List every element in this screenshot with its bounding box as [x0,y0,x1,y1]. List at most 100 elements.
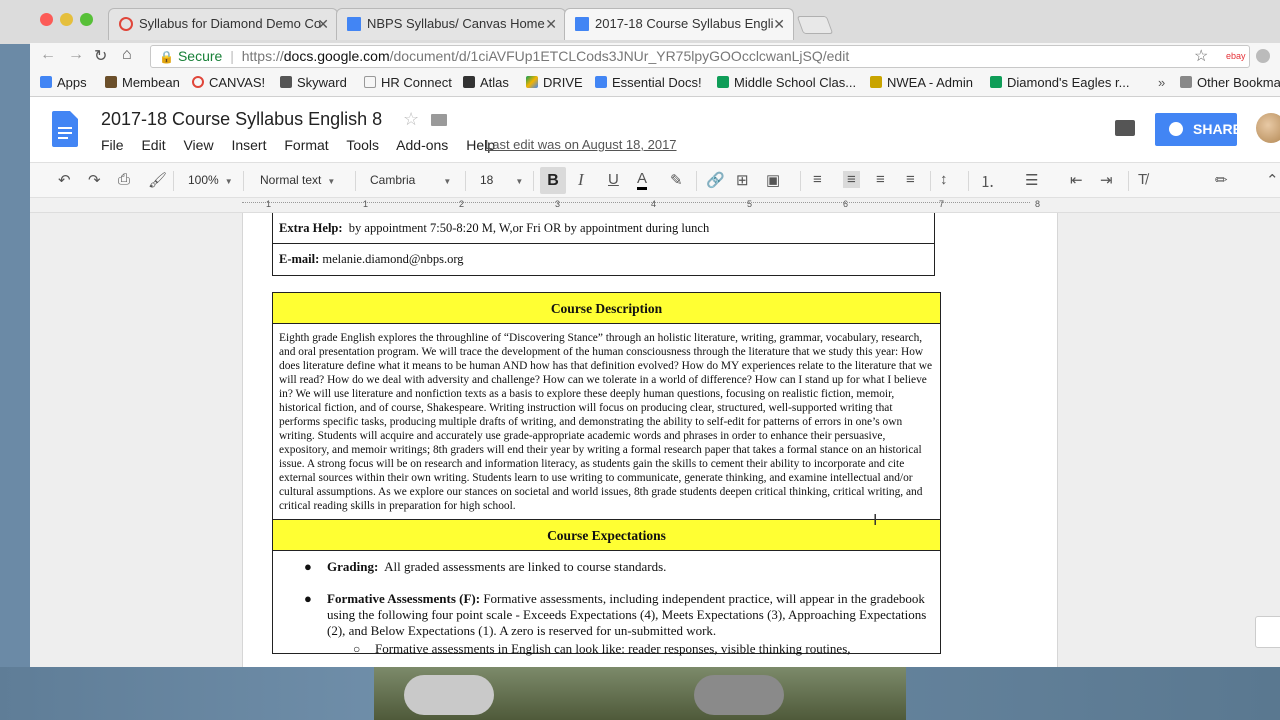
explore-icon[interactable] [1255,616,1280,648]
menu-file[interactable]: File [101,137,124,153]
folder-icon[interactable] [431,114,447,126]
menu-tools[interactable]: Tools [346,137,379,153]
bookmark-other[interactable]: Other Bookmarks [1180,75,1280,90]
insert-image-icon[interactable]: ▣ [766,171,780,189]
close-tab-icon[interactable]: ✕ [317,9,329,39]
ruler[interactable]: 1 1 2 3 4 5 6 7 8 [30,198,1280,213]
numbered-list-icon[interactable]: ⒈ [980,171,995,192]
tab-title: Syllabus for Diamond Demo Co [139,16,322,31]
comments-icon[interactable] [1115,120,1135,136]
url-host: docs.google.com [283,48,390,64]
share-button[interactable]: SHARE [1155,113,1242,146]
editing-mode-icon[interactable]: ✏ [1215,171,1228,189]
docs-tab-icon [575,17,589,31]
star-icon[interactable]: ☆ [403,109,419,130]
course-description-heading: Course Description [273,293,940,324]
bookmark-hr-connect[interactable]: HR Connect [364,75,452,90]
collapse-menu-icon[interactable]: ⌃ [1266,171,1279,189]
docs-tab-icon [347,17,361,31]
browser-tab-nbps-syllabus[interactable]: NBPS Syllabus/ Canvas Home ✕ [336,8,566,40]
bookmark-skyward[interactable]: Skyward [280,75,347,90]
align-justify-icon[interactable]: ≡ [906,171,915,188]
bookmarks-overflow-icon[interactable]: » [1158,75,1165,90]
bookmark-drive[interactable]: DRIVE [526,75,583,90]
browser-tab-course-syllabus[interactable]: 2017-18 Course Syllabus Engli ✕ [564,8,794,40]
course-table: Course Description Eighth grade English … [272,292,941,656]
sheets-icon [717,76,729,88]
bold-button[interactable]: B [540,167,566,194]
undo-icon[interactable]: ↶ [58,171,71,189]
bookmark-nwea[interactable]: NWEA - Admin [870,75,973,90]
bookmark-star-icon[interactable]: ☆ [1194,46,1208,66]
italic-button[interactable]: I [578,170,584,190]
menu-format[interactable]: Format [284,137,328,153]
new-tab-button[interactable] [796,16,834,34]
url-scheme: https:// [241,48,284,64]
bookmark-diamonds-eagles[interactable]: Diamond's Eagles r... [990,75,1129,90]
bookmark-apps[interactable]: Apps [40,75,87,90]
underline-button[interactable]: U [608,171,619,188]
minimize-window-button[interactable] [60,13,73,26]
menu-insert[interactable]: Insert [231,137,266,153]
document-page[interactable]: Extra Help: by appointment 7:50-8:20 M, … [242,213,1058,667]
avatar[interactable] [1256,113,1280,143]
back-icon[interactable]: ← [40,46,56,64]
clear-formatting-icon[interactable]: T̸ [1138,171,1147,188]
close-window-button[interactable] [40,13,53,26]
link-icon[interactable]: 🔗 [706,171,725,189]
style-select[interactable]: Normal text ▼ [260,173,335,187]
reload-icon[interactable]: ↻ [94,46,107,66]
ruler-number: 8 [1035,199,1041,209]
paint-format-icon[interactable]: 🖌 [148,171,167,189]
ebay-extension-icon[interactable]: ebay [1226,51,1246,61]
list-item: ● Formative Assessments (F): Formative as… [304,591,927,638]
text-cursor-icon: I [873,512,878,529]
docs-logo-icon[interactable] [52,111,78,147]
insert-comment-icon[interactable]: ⊞ [736,171,749,189]
bookmark-canvas[interactable]: CANVAS! [192,75,265,90]
increase-indent-icon[interactable]: ⇥ [1100,171,1113,189]
align-right-icon[interactable]: ≡ [876,171,885,188]
close-tab-icon[interactable]: ✕ [545,9,557,39]
url-field[interactable]: 🔒 Secure | https://docs.google.com/docume… [150,45,1250,68]
bulleted-list-icon[interactable]: ☰ [1025,171,1038,189]
document-canvas[interactable]: Extra Help: by appointment 7:50-8:20 M, … [30,213,1280,667]
ruler-number: 6 [843,199,849,209]
bookmark-membean[interactable]: Membean [105,75,180,90]
line-spacing-icon[interactable]: ↕ [940,171,948,188]
bookmark-essential-docs[interactable]: Essential Docs! [595,75,702,90]
home-icon[interactable]: ⌂ [122,46,132,64]
browser-tab-syllabus-demo[interactable]: Syllabus for Diamond Demo Co ✕ [108,8,338,40]
folder-icon [1180,76,1192,88]
lock-icon: 🔒 [159,50,174,64]
redo-icon[interactable]: ↷ [88,171,101,189]
course-description-body: Eighth grade English explores the throug… [273,324,940,520]
zoom-select[interactable]: 100% ▼ [188,173,233,187]
address-bar-row: ← → ↻ ⌂ 🔒 Secure | https://docs.google.co… [30,43,1280,70]
list-item: ● Grading: All graded assessments are lin… [304,559,667,574]
apps-grid-icon [40,76,52,88]
close-tab-icon[interactable]: ✕ [773,9,785,39]
menu-addons[interactable]: Add-ons [396,137,448,153]
maximize-window-button[interactable] [80,13,93,26]
wallpaper-shoe-left [404,675,494,715]
font-size-select[interactable]: 18 ▼ [480,173,523,187]
last-edit-link[interactable]: Last edit was on August 18, 2017 [485,137,677,152]
print-icon[interactable]: ⎙ [118,171,130,188]
align-center-icon[interactable]: ≡ [843,171,860,188]
bookmark-atlas[interactable]: Atlas [463,75,509,90]
ruler-number: 3 [555,199,561,209]
highlight-icon[interactable]: ✎ [670,171,683,189]
decrease-indent-icon[interactable]: ⇤ [1070,171,1083,189]
menu-view[interactable]: View [183,137,213,153]
forward-icon[interactable]: → [68,46,84,64]
text-color-button[interactable]: A [637,171,648,190]
align-left-icon[interactable]: ≡ [813,171,822,188]
font-select[interactable]: Cambria ▼ [370,173,451,187]
url-path: /document/d/1ciAVFUp1ETCLCods3JNUr_YR75l… [389,48,850,64]
profile-icon[interactable] [1256,49,1270,63]
menu-edit[interactable]: Edit [141,137,165,153]
drive-icon [526,76,538,88]
bookmark-middle-school[interactable]: Middle School Clas... [717,75,856,90]
document-title[interactable]: 2017-18 Course Syllabus English 8 [101,109,382,130]
